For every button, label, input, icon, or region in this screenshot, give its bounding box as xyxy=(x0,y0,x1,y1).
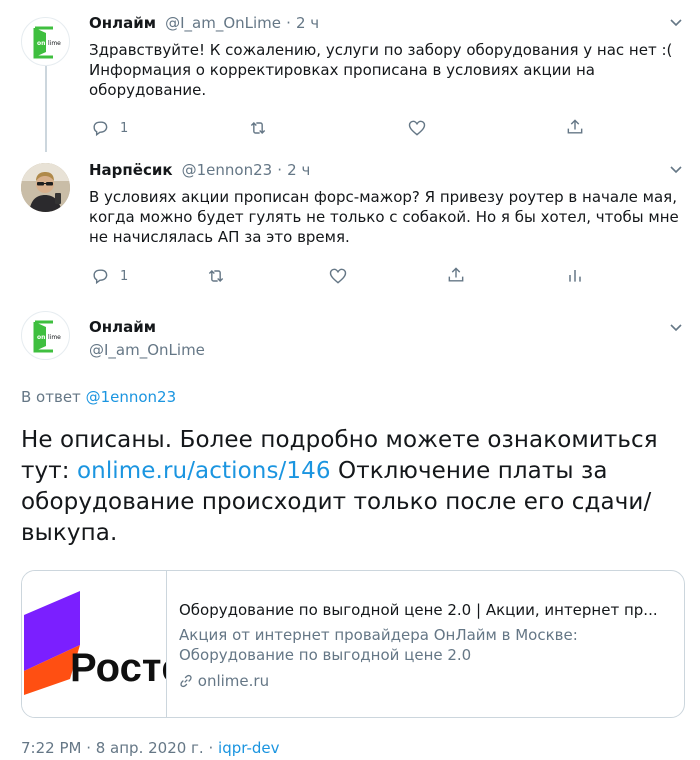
reply-button[interactable]: 1 xyxy=(90,266,128,286)
share-icon xyxy=(567,119,583,134)
heart-icon xyxy=(408,120,426,136)
retweet-button[interactable] xyxy=(206,266,226,286)
chevron-down-icon[interactable] xyxy=(668,161,684,177)
reply-count: 1 xyxy=(120,120,129,136)
reply-icon xyxy=(93,121,108,137)
author-handle[interactable]: @1ennon23 xyxy=(182,161,273,179)
onlime-logo-icon: on lime xyxy=(33,26,61,59)
svg-text:lime: lime xyxy=(48,40,61,47)
avatar[interactable] xyxy=(21,163,70,212)
like-button[interactable] xyxy=(407,118,427,138)
share-button[interactable] xyxy=(446,265,466,285)
separator: · xyxy=(277,161,283,179)
svg-text:on: on xyxy=(37,334,45,341)
avatar[interactable]: on lime xyxy=(21,17,70,66)
retweet-button[interactable] xyxy=(248,118,268,138)
avatar[interactable]: on lime xyxy=(21,311,70,360)
separator: · xyxy=(286,14,291,32)
card-domain: onlime.ru xyxy=(197,672,270,690)
rostelecom-logo-icon: Ростел xyxy=(24,591,166,695)
thread-connector xyxy=(45,66,47,152)
svg-text:lime: lime xyxy=(48,334,61,341)
reply-icon xyxy=(93,269,108,285)
retweet-icon xyxy=(208,269,224,283)
tweet-text: Здравствуйте! К сожалению, услуги по заб… xyxy=(89,41,673,99)
reply-to-handle[interactable]: @1ennon23 xyxy=(86,388,177,406)
card-image: Ростел xyxy=(22,571,167,717)
source-app[interactable]: iqpr-dev xyxy=(218,739,279,757)
chevron-down-icon[interactable] xyxy=(668,319,684,335)
reply-button[interactable]: 1 xyxy=(90,118,128,138)
card-title: Оборудование по выгодной цене 2.0 | Акци… xyxy=(179,601,658,619)
onlime-logo-icon: on lime xyxy=(33,320,61,353)
card-description: Акция от интернет провайдера ОнЛайм в Мо… xyxy=(179,626,578,664)
analytics-button[interactable] xyxy=(565,265,585,285)
tweet-time[interactable]: 2 ч xyxy=(296,14,319,32)
share-button[interactable] xyxy=(565,117,585,137)
svg-text:on: on xyxy=(37,40,45,47)
author-name[interactable]: Онлайм xyxy=(89,14,156,32)
tweet-time[interactable]: 2 ч xyxy=(287,161,310,179)
reply-count: 1 xyxy=(120,268,129,284)
tweet-timestamp[interactable]: 7:22 PM · 8 апр. 2020 г. · xyxy=(21,739,213,757)
reply-context: В ответ @1ennon23 xyxy=(21,388,176,406)
reply-to-label: В ответ xyxy=(21,388,81,406)
main-tweet-text: Не описаны. Более подробно можете ознако… xyxy=(21,427,658,546)
like-button[interactable] xyxy=(328,266,348,286)
link-preview-card[interactable]: Ростел Оборудование по выгодной цене 2.0… xyxy=(21,570,685,718)
retweet-icon xyxy=(250,121,266,135)
user-photo-icon xyxy=(21,163,70,212)
card-domain-row: onlime.ru xyxy=(179,671,269,691)
share-icon xyxy=(448,267,464,282)
svg-text:Ростел: Ростел xyxy=(70,646,166,690)
author-handle[interactable]: @I_am_OnLime xyxy=(165,14,281,32)
tweet-link[interactable]: onlime.ru/actions/146 xyxy=(77,458,331,484)
tweet-meta: 7:22 PM · 8 апр. 2020 г. · iqpr-dev xyxy=(21,739,280,757)
author-handle[interactable]: @I_am_OnLime xyxy=(89,341,205,359)
author-name[interactable]: Онлайм xyxy=(89,318,156,336)
tweet-text: В условиях акции прописан форс-мажор? Я … xyxy=(89,188,679,246)
author-name[interactable]: Нарпёсик xyxy=(89,161,173,179)
link-icon xyxy=(180,674,192,688)
chevron-down-icon[interactable] xyxy=(668,14,684,30)
heart-icon xyxy=(329,268,347,284)
analytics-icon xyxy=(569,270,581,282)
